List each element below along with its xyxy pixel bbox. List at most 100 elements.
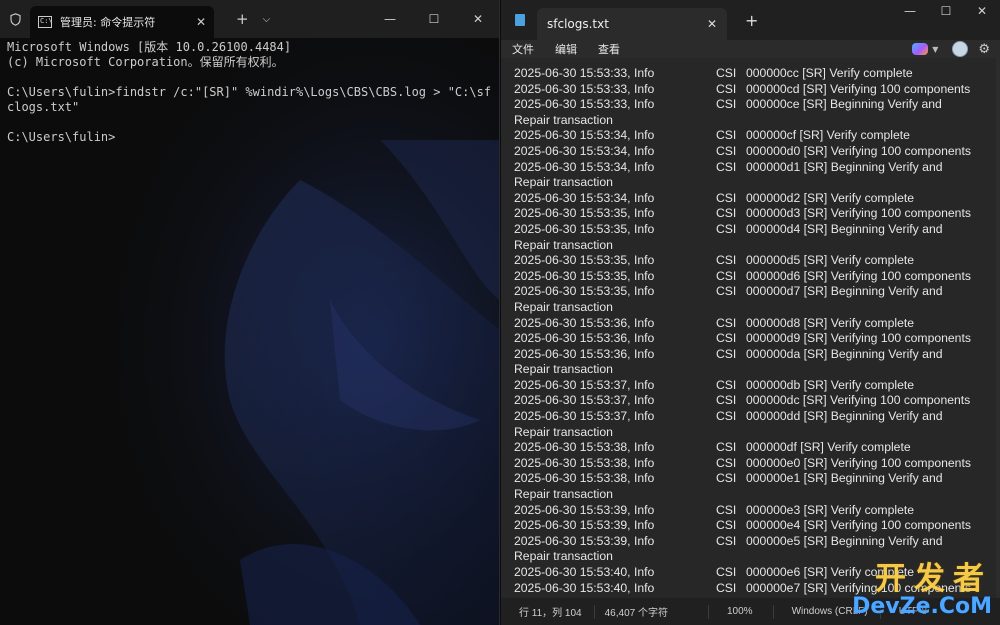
log-source: CSI [716, 409, 737, 424]
log-source: CSI [716, 565, 737, 579]
log-message: 000000d0 [SR] Verifying 100 components [746, 143, 971, 158]
log-message: 000000dc [SR] Verifying 100 components [746, 393, 971, 408]
status-line-ending[interactable]: Windows (CRLF) [774, 606, 868, 617]
log-timestamp: 2025-06-30 15:53:37, Info [514, 409, 655, 424]
log-source: CSI [716, 518, 737, 533]
log-message: 000000e7 [SR] Verifying 100 components [746, 580, 971, 595]
log-line: Repair transaction [514, 300, 1000, 316]
log-timestamp: 2025-06-30 15:53:40, Info [514, 565, 655, 579]
log-wrap-text: Repair transaction [514, 549, 613, 564]
log-timestamp: 2025-06-30 15:53:38, Info [514, 455, 655, 470]
log-message: 000000e4 [SR] Verifying 100 components [746, 518, 971, 533]
notepad-window[interactable]: sfclogs.txt ✕ + — ☐ ✕ 文件 编辑 查看 ▼ ⚙ 2025-… [501, 0, 1000, 625]
log-source: CSI [716, 471, 737, 486]
status-bar: 行 11，列 104 46,407 个字符 100% Windows (CRLF… [501, 598, 1000, 625]
copilot-icon[interactable] [912, 43, 929, 55]
log-message: 000000d7 [SR] Beginning Verify and [746, 284, 943, 299]
log-line: 2025-06-30 15:53:34, Info CSI 000000d0 [SR… [514, 144, 1000, 160]
log-line: Repair transaction [514, 425, 1000, 441]
close-tab-icon[interactable]: ✕ [707, 17, 717, 31]
scrollbar[interactable] [996, 58, 1000, 598]
log-line: 2025-06-30 15:53:35, Info CSI 000000d6 [SR… [514, 269, 1000, 285]
notepad-tab-title: sfclogs.txt [547, 17, 609, 31]
log-line: Repair transaction [514, 175, 1000, 191]
maximize-button[interactable]: ☐ [412, 12, 456, 26]
log-message: 000000d8 [SR] Verify complete [746, 315, 915, 330]
log-message: 000000d3 [SR] Verifying 100 components [746, 206, 971, 221]
gear-icon[interactable]: ⚙ [978, 42, 990, 57]
log-wrap-text: Repair transaction [514, 299, 613, 314]
log-line: 2025-06-30 15:53:33, Info CSI 000000cc [SR… [514, 66, 1000, 82]
terminal-tab[interactable]: C:\ 管理员: 命令提示符 ✕ [30, 6, 214, 38]
maximize-button[interactable]: ☐ [928, 4, 964, 18]
log-source: CSI [716, 377, 737, 392]
log-source: CSI [716, 440, 737, 455]
shield-icon [2, 0, 28, 38]
avatar[interactable] [952, 41, 969, 57]
log-timestamp: 2025-06-30 15:53:39, Info [514, 518, 655, 533]
terminal-window[interactable]: C:\ 管理员: 命令提示符 ✕ + ⌵ — ☐ ✕ Microsoft Win… [0, 0, 500, 625]
log-line: 2025-06-30 15:53:35, Info CSI 000000d3 [SR… [514, 206, 1000, 222]
close-button[interactable]: ✕ [964, 4, 1000, 18]
log-timestamp: 2025-06-30 15:53:36, Info [514, 331, 655, 346]
log-line: 2025-06-30 15:53:40, Info CSI 000000e7 [SR… [514, 581, 1000, 597]
log-message: 000000db [SR] Verify complete [746, 377, 915, 392]
new-tab-button[interactable]: + [745, 11, 758, 30]
chevron-down-icon[interactable]: ▼ [932, 45, 938, 54]
log-wrap-text: Repair transaction [514, 175, 613, 190]
minimize-button[interactable]: — [368, 12, 412, 26]
menu-view[interactable]: 查看 [598, 41, 620, 57]
terminal-window-controls: — ☐ ✕ [368, 0, 499, 38]
log-line: Repair transaction [514, 487, 1000, 503]
log-timestamp: 2025-06-30 15:53:38, Info [514, 471, 655, 486]
minimize-button[interactable]: — [892, 4, 928, 18]
notepad-text-area[interactable]: 2025-06-30 15:53:33, Info CSI 000000cc [SR… [501, 58, 1000, 598]
log-line: Repair transaction [514, 549, 1000, 565]
log-message: 000000da [SR] Beginning Verify and [746, 346, 943, 361]
chevron-down-icon[interactable]: ⌵ [263, 14, 271, 25]
log-timestamp: 2025-06-30 15:53:37, Info [514, 393, 655, 408]
log-source: CSI [716, 221, 737, 236]
terminal-output[interactable]: Microsoft Windows [版本 10.0.26100.4484] (c… [7, 40, 495, 145]
log-message: 000000d5 [SR] Verify complete [746, 253, 915, 268]
close-tab-icon[interactable]: ✕ [196, 15, 206, 29]
log-message: 000000cd [SR] Verifying 100 components [746, 81, 971, 96]
notepad-tab[interactable]: sfclogs.txt ✕ [537, 8, 727, 40]
log-line: 2025-06-30 15:53:37, Info CSI 000000dd [SR… [514, 409, 1000, 425]
log-line: 2025-06-30 15:53:35, Info CSI 000000d5 [SR… [514, 253, 1000, 269]
log-source: CSI [716, 190, 737, 205]
terminal-line: (c) Microsoft Corporation。保留所有权利。 [7, 55, 284, 69]
log-line: 2025-06-30 15:53:39, Info CSI 000000e4 [SR… [514, 518, 1000, 534]
log-source: CSI [716, 284, 737, 299]
log-message: 000000dd [SR] Beginning Verify and [746, 409, 943, 424]
status-encoding[interactable]: UTF-8 [881, 606, 927, 617]
log-timestamp: 2025-06-30 15:53:35, Info [514, 268, 655, 283]
log-wrap-text: Repair transaction [514, 362, 613, 377]
terminal-titlebar: C:\ 管理员: 命令提示符 ✕ + ⌵ — ☐ ✕ [0, 0, 499, 38]
log-timestamp: 2025-06-30 15:53:33, Info [514, 81, 655, 96]
log-source: CSI [716, 346, 737, 361]
log-source: CSI [716, 81, 737, 96]
log-message: 000000ce [SR] Beginning Verify and [746, 97, 942, 112]
menu-edit[interactable]: 编辑 [555, 41, 577, 57]
log-line: 2025-06-30 15:53:35, Info CSI 000000d7 [SR… [514, 284, 1000, 300]
log-message: 000000e3 [SR] Verify complete [746, 502, 915, 517]
new-tab-button[interactable]: + [236, 10, 249, 28]
log-line: 2025-06-30 15:53:39, Info CSI 000000e5 [SR… [514, 534, 1000, 550]
log-source: CSI [716, 128, 737, 143]
log-message: 000000d4 [SR] Beginning Verify and [746, 221, 943, 236]
log-message: 000000e0 [SR] Verifying 100 components [746, 455, 971, 470]
log-timestamp: 2025-06-30 15:53:37, Info [514, 377, 655, 392]
terminal-line: C:\Users\fulin> [7, 130, 116, 144]
log-message: 000000d6 [SR] Verifying 100 components [746, 268, 971, 283]
menu-file[interactable]: 文件 [512, 41, 534, 57]
status-zoom[interactable]: 100% [709, 606, 753, 617]
log-source: CSI [716, 143, 737, 158]
log-timestamp: 2025-06-30 15:53:34, Info [514, 190, 655, 205]
close-button[interactable]: ✕ [456, 12, 499, 26]
log-source: CSI [716, 502, 737, 517]
log-line: 2025-06-30 15:53:34, Info CSI 000000cf [SR… [514, 128, 1000, 144]
log-message: 000000e5 [SR] Beginning Verify and [746, 533, 943, 548]
